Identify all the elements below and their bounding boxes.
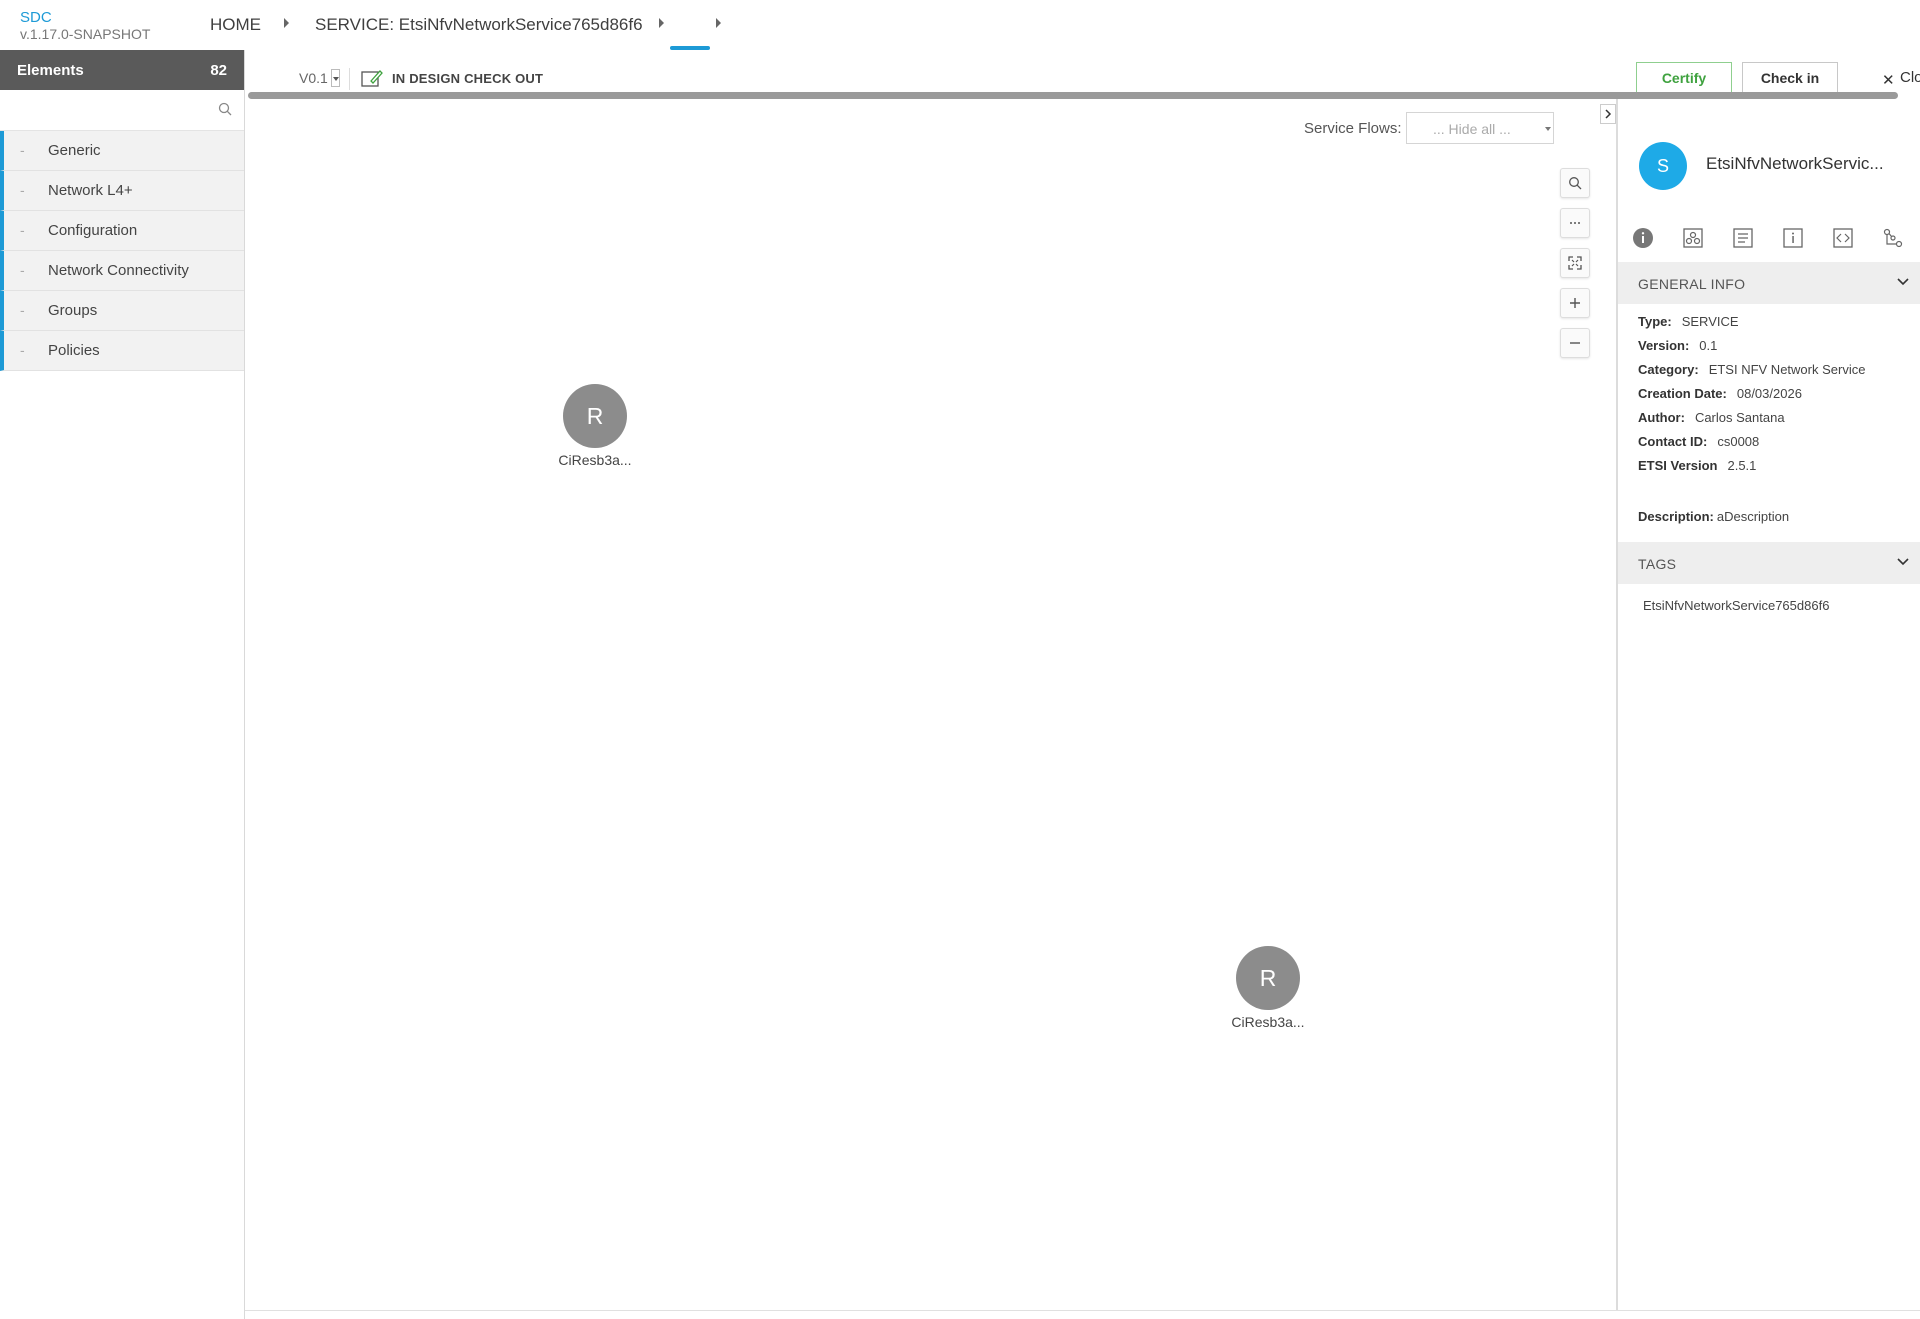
info-author: Author: Carlos Santana [1638,410,1785,425]
tab-properties[interactable] [1768,217,1818,259]
tab-api[interactable] [1818,217,1868,259]
horizontal-scrollbar[interactable] [248,92,1898,99]
code-icon [1833,228,1853,248]
zoom-out-button[interactable] [1560,328,1590,358]
general-info-header[interactable]: GENERAL INFO [1618,262,1920,304]
collapse-panel-button[interactable] [1600,104,1616,124]
tags-header[interactable]: TAGS [1618,542,1920,584]
fit-to-screen-button[interactable] [1560,248,1590,278]
collapse-icon: - [20,222,25,238]
canvas-node[interactable]: R CiResb3a... [1203,946,1333,1030]
details-panel: S EtsiNfvNetworkServic... GENERAL INFO T… [1616,99,1920,1310]
breadcrumb-dropdown-icon[interactable] [659,18,664,28]
lifecycle-status: IN DESIGN CHECK OUT [392,71,544,86]
palette-category-network-connectivity[interactable]: - Network Connectivity [0,251,244,291]
collapse-icon: - [20,342,25,358]
elements-palette: Elements 82 - Generic - Network L4+ - Co… [0,50,245,1319]
composition-canvas[interactable]: Service Flows: ... Hide all ... R CiResb… [245,100,1615,1310]
chevron-right-icon [1605,109,1612,119]
info-filled-icon [1633,228,1653,248]
palette-category-label: Policies [48,342,100,359]
app-version: v.1.17.0-SNAPSHOT [20,26,151,42]
tag-item: EtsiNfvNetworkService765d86f6 [1643,598,1830,613]
tab-composition[interactable] [1868,217,1918,259]
node-icon[interactable]: R [1236,946,1300,1010]
plus-icon [1570,298,1580,308]
close-button[interactable]: Clo [1900,69,1920,86]
info-etsi-version: ETSI Version 2.5.1 [1638,458,1757,473]
tags-title: TAGS [1638,556,1677,572]
document-icon [1733,228,1753,248]
search-icon [1569,177,1582,190]
version-dropdown-icon[interactable] [331,69,340,87]
workspace-toolbar: V0.1 IN DESIGN CHECK OUT Certify Check i… [245,50,1920,92]
collapse-icon: - [20,142,25,158]
search-canvas-button[interactable] [1560,168,1590,198]
panel-title: EtsiNfvNetworkServic... [1706,154,1884,173]
palette-count: 82 [210,61,227,79]
palette-category-label: Network Connectivity [48,262,189,279]
chevron-down-icon[interactable] [1897,278,1909,286]
chevron-down-icon[interactable] [1897,558,1909,566]
collapse-icon: - [20,182,25,198]
node-label: CiResb3a... [558,452,632,468]
service-avatar: S [1639,142,1687,190]
tab-general-info[interactable] [1618,217,1668,259]
top-navigation: SDC v.1.17.0-SNAPSHOT HOME SERVICE: Etsi… [0,0,1920,51]
collapse-icon: - [20,262,25,278]
hierarchy-icon [1883,228,1903,248]
minus-icon [1570,342,1580,344]
divider [349,68,350,90]
service-flows-label: Service Flows: [1304,120,1402,137]
palette-category-label: Groups [48,302,98,319]
certify-button[interactable]: Certify [1636,62,1732,92]
palette-header: Elements 82 [0,50,244,90]
info-type: Type: SERVICE [1638,314,1739,329]
node-label: CiResb3a... [1231,1014,1305,1030]
tab-information-artifacts[interactable] [1718,217,1768,259]
divider [245,1310,1920,1311]
brand[interactable]: SDC v.1.17.0-SNAPSHOT [20,9,150,43]
search-icon[interactable] [218,102,232,116]
info-category: Category: ETSI NFV Network Service [1638,362,1866,377]
palette-search-input[interactable] [0,90,244,130]
palette-category-groups[interactable]: - Groups [0,291,244,331]
palette-title: Elements [17,61,84,79]
palette-category-configuration[interactable]: - Configuration [0,211,244,251]
palette-category-generic[interactable]: - Generic [0,131,244,171]
node-icon[interactable]: R [563,384,627,448]
palette-category-policies[interactable]: - Policies [0,331,244,371]
info-contact-id: Contact ID: cs0008 [1638,434,1760,449]
breadcrumb-dropdown-icon[interactable] [716,18,721,28]
canvas-node[interactable]: R CiResb3a... [530,384,660,468]
edit-icon [361,70,383,87]
breadcrumb-separator-icon [284,18,289,28]
palette-category-label: Configuration [48,222,138,239]
palette-category-network-l4[interactable]: - Network L4+ [0,171,244,211]
tab-deployment-artifacts[interactable] [1668,217,1718,259]
artifacts-icon [1683,228,1703,248]
info-box-icon [1783,228,1803,248]
check-in-button[interactable]: Check in [1742,62,1838,92]
info-version: Version: 0.1 [1638,338,1718,353]
more-options-button[interactable] [1560,208,1590,238]
ellipsis-icon [1570,222,1580,224]
palette-category-label: Network L4+ [48,182,133,199]
info-description: Description: aDescription [1638,509,1790,524]
info-creation-date: Creation Date: 08/03/2026 [1638,386,1802,401]
collapse-icon: - [20,302,25,318]
breadcrumb-home[interactable]: HOME [210,15,261,35]
service-flows-select[interactable]: ... Hide all ... [1406,112,1554,144]
fit-screen-icon [1568,256,1582,270]
brand-name[interactable]: SDC [20,9,150,26]
palette-search [0,90,244,131]
palette-category-label: Generic [48,142,101,159]
panel-tabs [1618,217,1920,259]
version-select[interactable]: V0.1 [299,70,328,86]
general-info-title: GENERAL INFO [1638,276,1746,292]
zoom-in-button[interactable] [1560,288,1590,318]
breadcrumb-service[interactable]: SERVICE: EtsiNfvNetworkService765d86f6 [315,15,643,35]
close-icon[interactable]: ✕ [1882,71,1895,89]
